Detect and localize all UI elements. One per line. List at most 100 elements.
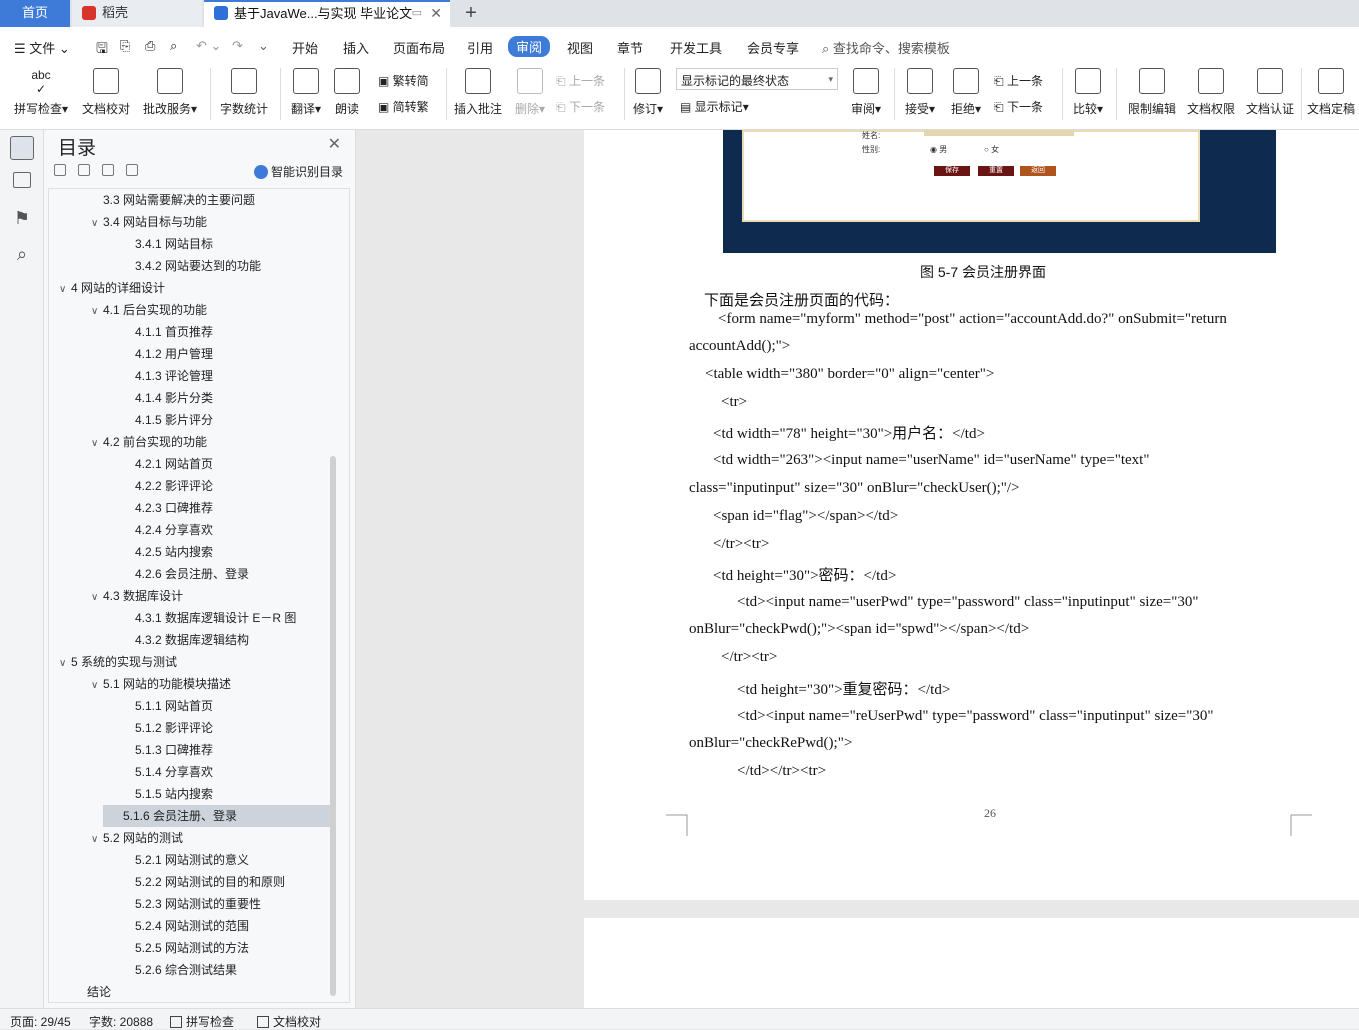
read-aloud-button[interactable]: 朗读: [332, 68, 362, 117]
toc-item[interactable]: 4.1.3 评论管理: [135, 365, 213, 387]
toc-item[interactable]: 4.2.6 会员注册、登录: [135, 563, 249, 585]
status-proofread[interactable]: 文档校对: [257, 1013, 321, 1030]
toc-item[interactable]: 4.2.5 站内搜索: [135, 541, 213, 563]
status-spell-check[interactable]: 拼写检查: [170, 1013, 234, 1030]
review-service-button[interactable]: 批改服务▾: [140, 68, 200, 117]
toc-item[interactable]: 3.4.2 网站要达到的功能: [135, 255, 261, 277]
accept-button[interactable]: 接受▾: [900, 68, 940, 117]
toc-item[interactable]: ∨ 5.1 网站的功能模块描述: [91, 673, 231, 695]
compare-button[interactable]: 比较▾: [1068, 68, 1108, 117]
toc-item[interactable]: ∨ 3.4 网站目标与功能: [91, 211, 207, 233]
simp-to-trad-button[interactable]: ▣ 简转繁: [378, 98, 429, 115]
doc-cert-button[interactable]: 文档认证: [1243, 68, 1297, 117]
toc-item[interactable]: 4.1.2 用户管理: [135, 343, 213, 365]
next-comment-button[interactable]: ⎗ 下一条: [556, 98, 605, 115]
toc-item[interactable]: 4.2.2 影评评论: [135, 475, 213, 497]
toc-item[interactable]: 5.1.2 影评评论: [135, 717, 213, 739]
next-page[interactable]: [584, 918, 1359, 1008]
print-icon[interactable]: ⎙: [145, 38, 155, 54]
prev-comment-button[interactable]: ⎗ 上一条: [556, 72, 605, 89]
toc-icon[interactable]: [10, 136, 34, 160]
trad-to-simp-button[interactable]: ▣ 繁转简: [378, 72, 429, 89]
toc-item[interactable]: 4.2.1 网站首页: [135, 453, 213, 475]
command-search[interactable]: ⌕ 查找命令、搜索模板: [822, 38, 950, 57]
tab-home[interactable]: 首页: [0, 0, 70, 27]
toc-item[interactable]: 4.2.3 口碑推荐: [135, 497, 213, 519]
toc-item[interactable]: 3.4.1 网站目标: [135, 233, 213, 255]
show-markup-button[interactable]: ▤ 显示标记▾: [680, 98, 749, 115]
chevron-down-icon[interactable]: ∨: [91, 433, 103, 455]
toc-item[interactable]: 4.1.1 首页推荐: [135, 321, 213, 343]
tab-close-icon[interactable]: ✕: [430, 2, 442, 25]
toc-item[interactable]: ∨ 4.1 后台实现的功能: [91, 299, 207, 321]
restrict-edit-button[interactable]: 限制编辑: [1124, 68, 1180, 117]
toc-item[interactable]: 5.2.6 综合测试结果: [135, 959, 237, 981]
toc-item[interactable]: 5.1.4 分享喜欢: [135, 761, 213, 783]
tab-document[interactable]: 基于JavaWe...与实现 毕业论文 ✕ ▭: [204, 0, 450, 27]
toc-item[interactable]: ∨ 5.2 网站的测试: [91, 827, 183, 849]
review-pane-button[interactable]: 审阅▾: [846, 68, 886, 117]
chevron-down-icon[interactable]: ∨: [91, 675, 103, 697]
word-count[interactable]: 字数: 20888: [89, 1013, 153, 1030]
menu-insert[interactable]: 插入: [343, 38, 369, 57]
prev-change-button[interactable]: ⎗ 上一条: [994, 72, 1043, 89]
toc-item[interactable]: 4.1.5 影片评分: [135, 409, 213, 431]
toc-item[interactable]: 5.2.5 网站测试的方法: [135, 937, 249, 959]
toc-item[interactable]: 5.2.1 网站测试的意义: [135, 849, 249, 871]
delete-comment-button[interactable]: 删除▾: [510, 68, 550, 117]
menu-member[interactable]: 会员专享: [747, 38, 799, 57]
toc-item[interactable]: 5.2.4 网站测试的范围: [135, 915, 249, 937]
word-count-button[interactable]: 字数统计: [218, 68, 270, 117]
menu-review[interactable]: 审阅: [508, 36, 551, 57]
chevron-down-icon[interactable]: ∨: [91, 213, 103, 235]
more-icon[interactable]: ⌄: [258, 38, 269, 54]
nav-pane-icon[interactable]: [13, 172, 31, 188]
spell-check-button[interactable]: abc ✓ 拼写检查▾: [12, 68, 70, 117]
toc-item[interactable]: 4.3.1 数据库逻辑设计 E－R 图: [135, 607, 296, 629]
menu-view[interactable]: 视图: [567, 38, 593, 57]
toc-item[interactable]: ∨ 5 系统的实现与测试: [59, 651, 177, 673]
document-page[interactable]: 姓名: 性别: ◉ 男 ○ 女 保存 重置 返回 图 5-7 会员注册界面 下面…: [584, 130, 1359, 900]
toc-item[interactable]: ∨ 4.2 前台实现的功能: [91, 431, 207, 453]
toc-item[interactable]: 5.1.3 口碑推荐: [135, 739, 213, 761]
remove-item-icon[interactable]: [126, 164, 138, 176]
menu-devtools[interactable]: 开发工具: [670, 38, 722, 57]
chevron-down-icon[interactable]: ∨: [59, 653, 71, 675]
doc-permission-button[interactable]: 文档权限: [1184, 68, 1238, 117]
search-pane-icon[interactable]: ⌕: [10, 244, 34, 268]
redo-icon[interactable]: ↷: [232, 38, 243, 54]
chevron-down-icon[interactable]: ∨: [91, 587, 103, 609]
new-tab-button[interactable]: +: [460, 2, 482, 25]
next-change-button[interactable]: ⎗ 下一条: [994, 98, 1043, 115]
chevron-down-icon[interactable]: ∨: [91, 829, 103, 851]
toc-item[interactable]: 3.3 网站需要解决的主要问题: [103, 189, 255, 211]
print-preview-icon[interactable]: ⌕: [170, 38, 177, 54]
toc-item[interactable]: 4.3.2 数据库逻辑结构: [135, 629, 249, 651]
undo-icon[interactable]: ↶ ⌄: [196, 38, 221, 54]
doc-final-button[interactable]: 文档定稿: [1306, 68, 1356, 117]
toc-scrollbar[interactable]: [330, 456, 336, 996]
close-icon[interactable]: ✕: [328, 134, 341, 154]
export-pdf-icon[interactable]: ⎘: [120, 38, 130, 54]
toc-item[interactable]: 4.1.4 影片分类: [135, 387, 213, 409]
menu-chapter[interactable]: 章节: [617, 38, 643, 57]
toc-item[interactable]: 5.2.3 网站测试的重要性: [135, 893, 261, 915]
chevron-down-icon[interactable]: ∨: [59, 279, 71, 301]
proofread-button[interactable]: 文档校对: [80, 68, 132, 117]
smart-toc-button[interactable]: 智能识别目录: [254, 163, 343, 180]
toc-item[interactable]: 结论: [87, 981, 111, 1002]
pin-icon[interactable]: ▭: [412, 2, 422, 25]
markup-state-select[interactable]: 显示标记的最终状态 ▾: [676, 68, 838, 90]
tab-daoke[interactable]: 稻壳: [72, 0, 202, 27]
menu-start[interactable]: 开始: [292, 38, 318, 57]
add-item-icon[interactable]: [102, 164, 114, 176]
insert-comment-button[interactable]: 插入批注: [452, 68, 504, 117]
chevron-down-icon[interactable]: ∨: [91, 301, 103, 323]
menu-file[interactable]: ☰ 文件 ⌄: [14, 38, 70, 57]
expand-up-icon[interactable]: [78, 164, 90, 176]
toc-item[interactable]: 4.2.4 分享喜欢: [135, 519, 213, 541]
page-indicator[interactable]: 页面: 29/45: [10, 1013, 71, 1030]
toc-item[interactable]: 5.1.1 网站首页: [135, 695, 213, 717]
collapse-all-icon[interactable]: [54, 164, 66, 176]
track-changes-button[interactable]: 修订▾: [630, 68, 666, 117]
